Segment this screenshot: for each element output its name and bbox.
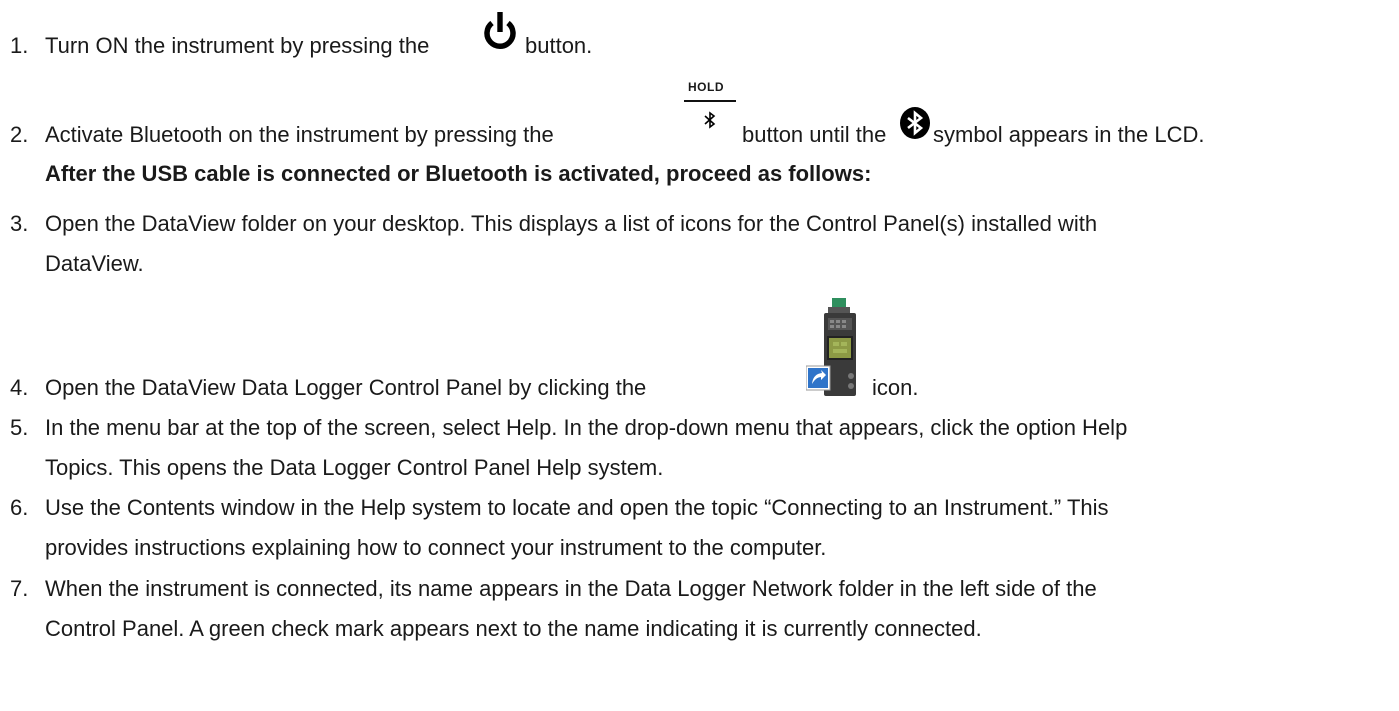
step-text: Turn ON the instrument by pressing the: [45, 33, 430, 58]
step-text: Open the DataView Data Logger Control Pa…: [45, 375, 647, 400]
step-text: In the menu bar at the top of the screen…: [45, 415, 1128, 440]
step-2-tail: symbol appears in the LCD.: [933, 122, 1205, 147]
step-text: Use the Contents window in the Help syst…: [45, 495, 1109, 520]
step-number: 5.: [10, 415, 29, 440]
power-icon: [480, 10, 520, 56]
bluetooth-icon: [702, 109, 718, 135]
step-number: 4.: [10, 375, 29, 400]
step-1-tail: button.: [525, 33, 593, 58]
step-4-tail: icon.: [872, 375, 919, 400]
step-number: 3.: [10, 211, 29, 236]
bluetooth-symbol-icon: [898, 106, 932, 146]
hold-label: HOLD: [688, 80, 724, 94]
step-number: 6.: [10, 495, 29, 520]
step-text: Activate Bluetooth on the instrument by …: [45, 122, 554, 147]
data-logger-shortcut-icon[interactable]: [805, 298, 866, 406]
step-number: 7.: [10, 576, 29, 601]
step-number: 1.: [10, 33, 29, 58]
step-number: 2.: [10, 122, 29, 147]
step-text: Open the DataView folder on your desktop…: [45, 211, 1098, 236]
step-text: When the instrument is connected, its na…: [45, 576, 1097, 601]
hold-bar: [684, 100, 736, 102]
step-2-middle: button until the: [742, 122, 887, 147]
